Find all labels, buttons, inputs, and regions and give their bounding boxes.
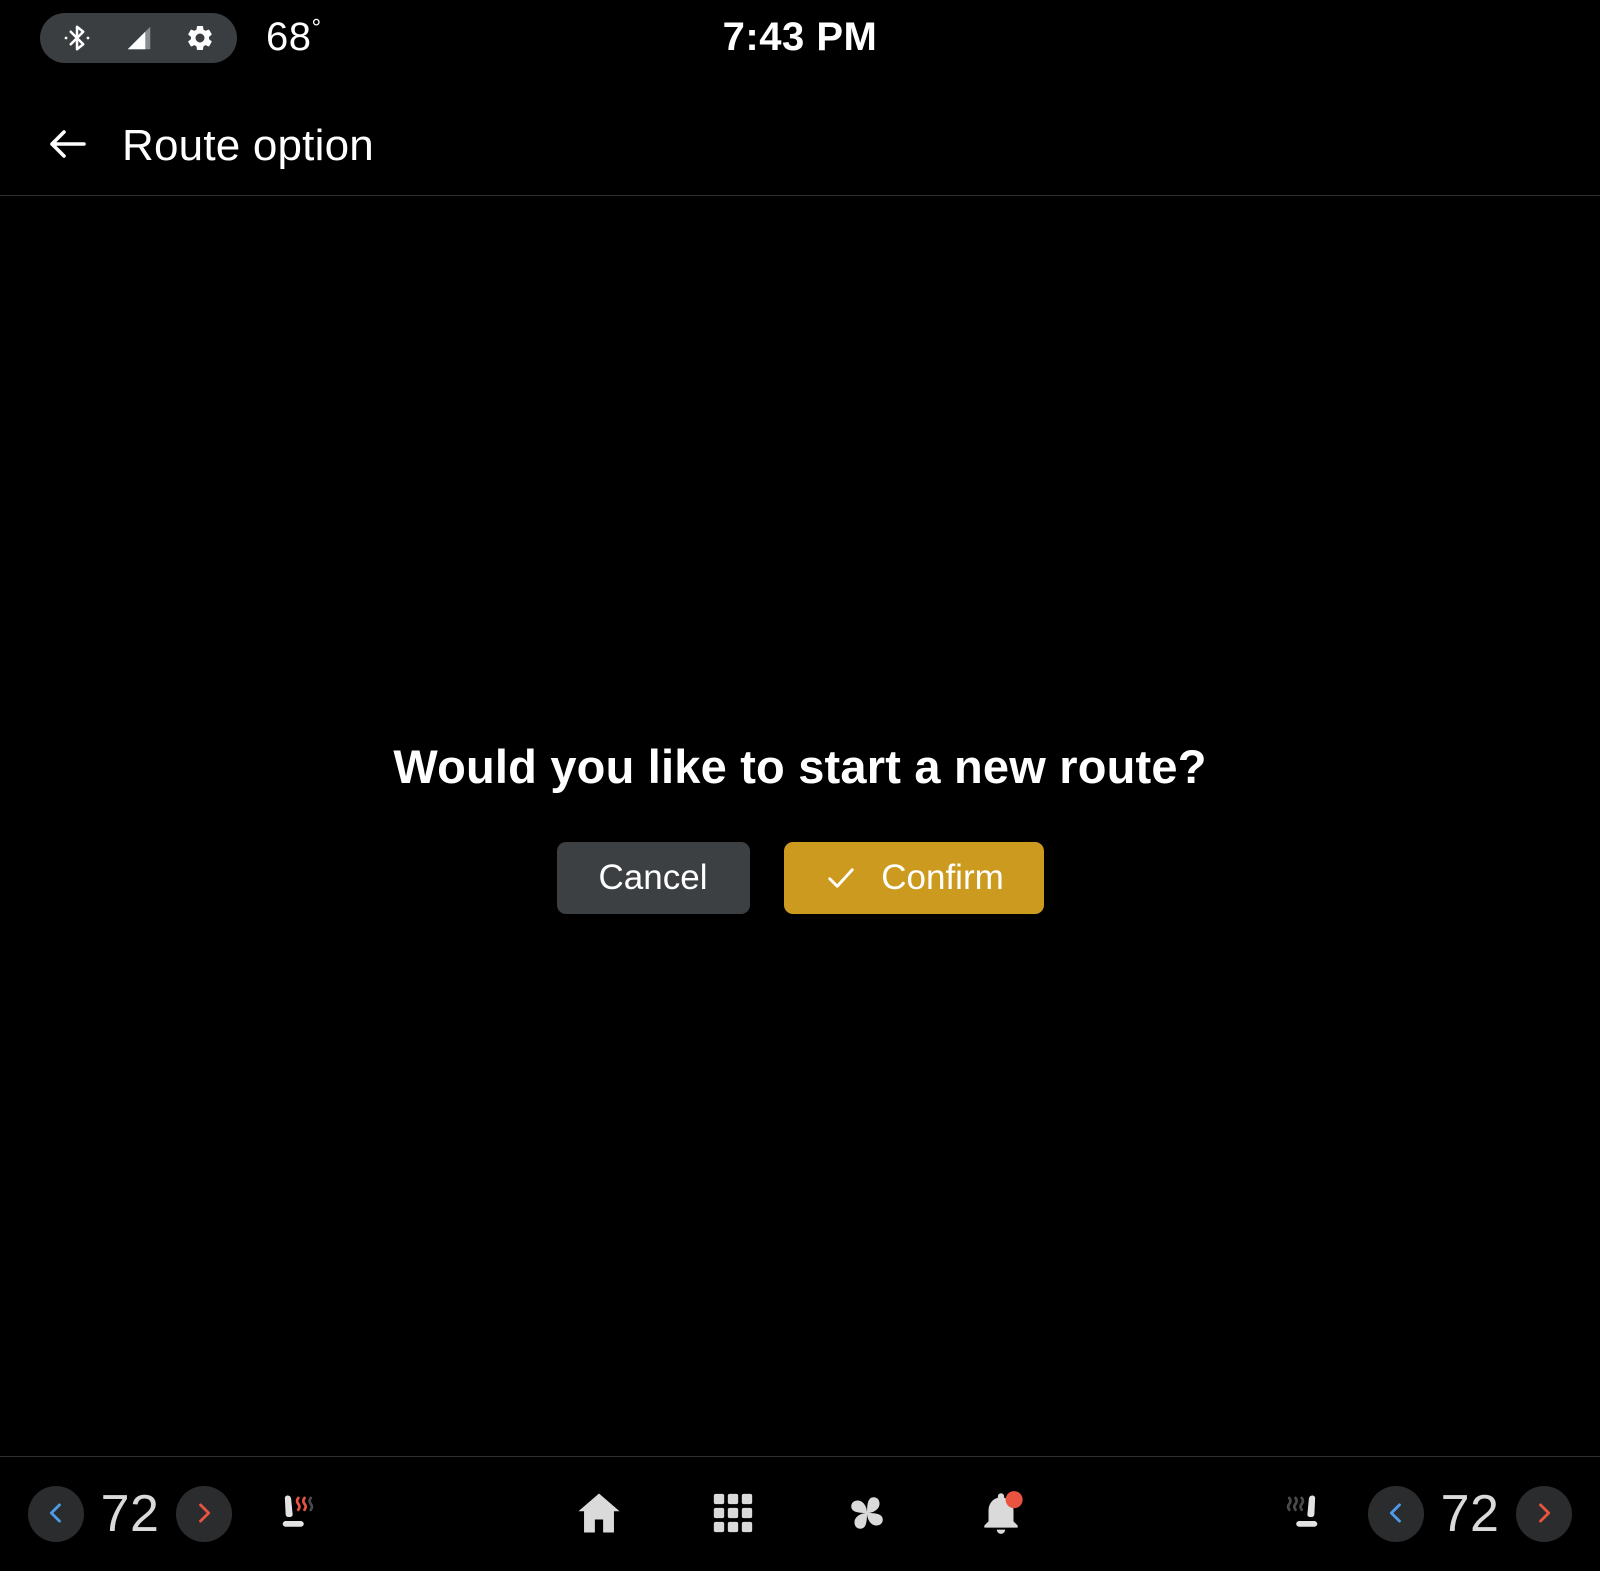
cancel-button-label: Cancel <box>598 857 708 897</box>
driver-climate-controls: 72 <box>28 1457 362 1571</box>
passenger-temp-value: 72 <box>1440 1485 1500 1543</box>
driver-temp-value: 72 <box>100 1485 160 1543</box>
dialog-actions: Cancel Confirm <box>556 841 1044 914</box>
driver-temp-increase-button[interactable] <box>176 1486 232 1542</box>
confirm-button[interactable]: Confirm <box>783 841 1044 914</box>
car-infotainment-screen: 68° 7:43 PM Route option Would you like … <box>0 0 1600 1571</box>
heated-seat-icon <box>1273 1483 1333 1546</box>
dialog-message: Would you like to start a new route? <box>393 739 1207 793</box>
nav-notifications-button[interactable] <box>962 1475 1040 1553</box>
heated-seat-icon <box>267 1483 327 1546</box>
grid-apps-icon <box>710 1490 756 1539</box>
nav-apps-button[interactable] <box>694 1475 772 1553</box>
nav-climate-button[interactable] <box>828 1475 906 1553</box>
passenger-climate-controls: 72 <box>1238 1457 1572 1571</box>
route-confirm-dialog: Would you like to start a new route? Can… <box>0 196 1600 1456</box>
back-button[interactable] <box>36 114 100 178</box>
fan-icon <box>840 1486 894 1543</box>
app-header: Route option <box>0 96 1600 195</box>
chevron-left-icon <box>1382 1499 1410 1530</box>
bottom-nav-group <box>560 1457 1040 1571</box>
bell-icon <box>976 1488 1026 1541</box>
status-bar: 68° 7:43 PM <box>0 0 1600 80</box>
arrow-left-icon <box>44 120 92 171</box>
nav-home-button[interactable] <box>560 1475 638 1553</box>
home-icon <box>573 1487 625 1542</box>
bottom-system-bar: 72 72 <box>0 1457 1600 1571</box>
passenger-seat-heater-button[interactable] <box>1260 1471 1346 1557</box>
driver-temp-decrease-button[interactable] <box>28 1486 84 1542</box>
chevron-left-icon <box>42 1499 70 1530</box>
chevron-right-icon <box>190 1499 218 1530</box>
passenger-temp-decrease-button[interactable] <box>1368 1486 1424 1542</box>
page-title: Route option <box>122 120 374 170</box>
main-content: Would you like to start a new route? Can… <box>0 196 1600 1456</box>
passenger-temp-increase-button[interactable] <box>1516 1486 1572 1542</box>
check-icon <box>823 860 859 896</box>
driver-seat-heater-button[interactable] <box>254 1471 340 1557</box>
cancel-button[interactable]: Cancel <box>556 841 750 914</box>
chevron-right-icon <box>1530 1499 1558 1530</box>
confirm-button-label: Confirm <box>881 857 1004 897</box>
status-clock: 7:43 PM <box>722 15 878 59</box>
